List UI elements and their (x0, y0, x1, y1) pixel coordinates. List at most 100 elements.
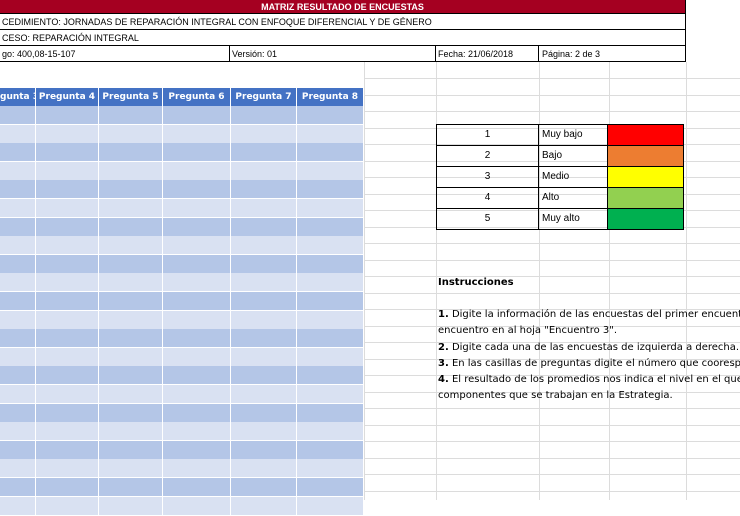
answer-cell[interactable] (0, 478, 36, 497)
answer-cell[interactable] (163, 459, 231, 479)
answer-cell[interactable] (36, 403, 99, 423)
answer-cell[interactable] (231, 217, 297, 237)
answer-cell[interactable] (99, 236, 163, 256)
answer-cell[interactable] (297, 199, 364, 218)
instruction-line[interactable]: 1. Digite la información de las encuesta… (438, 309, 740, 320)
answer-cell[interactable] (297, 496, 364, 516)
answer-cell[interactable] (36, 478, 99, 497)
answer-cell[interactable] (297, 478, 364, 497)
answer-cell[interactable] (163, 273, 231, 293)
answer-cell[interactable] (231, 106, 297, 125)
answer-cell[interactable] (163, 236, 231, 256)
answer-cell[interactable] (231, 143, 297, 163)
answer-cell[interactable] (36, 496, 99, 516)
answer-cell[interactable] (231, 496, 297, 516)
answer-cell[interactable] (36, 329, 99, 349)
answer-cell[interactable] (99, 143, 163, 163)
legend-color-swatch[interactable] (608, 166, 684, 188)
answer-cell[interactable] (297, 124, 364, 144)
answer-cell[interactable] (163, 496, 231, 516)
answer-cell[interactable] (231, 254, 297, 274)
answer-cell[interactable] (0, 403, 36, 423)
legend-label[interactable]: Muy alto (539, 208, 608, 230)
answer-cell[interactable] (231, 273, 297, 293)
answer-cell[interactable] (0, 347, 36, 367)
legend-color-swatch[interactable] (608, 124, 684, 146)
legend-color-swatch[interactable] (608, 145, 684, 167)
answer-cell[interactable] (99, 273, 163, 293)
legend-label[interactable]: Muy bajo (539, 124, 608, 146)
answer-cell[interactable] (231, 385, 297, 404)
answer-cell[interactable] (163, 124, 231, 144)
answer-cell[interactable] (36, 422, 99, 442)
question-header[interactable]: Pregunta 7 (231, 88, 297, 106)
answer-cell[interactable] (163, 217, 231, 237)
answer-cell[interactable] (36, 143, 99, 163)
answer-cell[interactable] (36, 106, 99, 125)
answer-cell[interactable] (36, 161, 99, 181)
legend-number[interactable]: 5 (436, 208, 539, 230)
answer-cell[interactable] (0, 292, 36, 311)
answer-cell[interactable] (36, 347, 99, 367)
question-header[interactable]: Pregunta 5 (99, 88, 163, 106)
answer-cell[interactable] (163, 310, 231, 330)
answer-cell[interactable] (163, 254, 231, 274)
answer-cell[interactable] (0, 329, 36, 349)
answer-cell[interactable] (99, 496, 163, 516)
answer-cell[interactable] (163, 478, 231, 497)
answer-cell[interactable] (163, 161, 231, 181)
codigo-cell[interactable]: go: 400,08-15-107 (0, 46, 230, 61)
answer-cell[interactable] (0, 310, 36, 330)
answer-cell[interactable] (36, 366, 99, 386)
answer-cell[interactable] (297, 310, 364, 330)
answer-cell[interactable] (36, 385, 99, 404)
answer-cell[interactable] (0, 236, 36, 256)
question-header[interactable]: Pregunta 8 (297, 88, 364, 106)
answer-cell[interactable] (231, 478, 297, 497)
answer-cell[interactable] (163, 385, 231, 404)
answer-cell[interactable] (297, 385, 364, 404)
answer-cell[interactable] (36, 459, 99, 479)
answer-cell[interactable] (297, 106, 364, 125)
question-header[interactable]: Pregunta 6 (163, 88, 231, 106)
answer-cell[interactable] (99, 440, 163, 460)
answer-cell[interactable] (0, 440, 36, 460)
answer-cell[interactable] (163, 180, 231, 200)
answer-cell[interactable] (99, 422, 163, 442)
answer-cell[interactable] (99, 459, 163, 479)
answer-cell[interactable] (297, 236, 364, 256)
answer-cell[interactable] (0, 199, 36, 218)
answer-cell[interactable] (163, 403, 231, 423)
answer-cell[interactable] (0, 273, 36, 293)
answer-cell[interactable] (99, 385, 163, 404)
answer-cell[interactable] (231, 459, 297, 479)
answer-cell[interactable] (231, 180, 297, 200)
question-header[interactable]: Pregunta 4 (36, 88, 99, 106)
answer-cell[interactable] (297, 440, 364, 460)
answer-cell[interactable] (0, 180, 36, 200)
answer-cell[interactable] (36, 217, 99, 237)
answer-cell[interactable] (297, 143, 364, 163)
answer-cell[interactable] (99, 478, 163, 497)
answer-cell[interactable] (0, 366, 36, 386)
answer-cell[interactable] (99, 403, 163, 423)
answer-cell[interactable] (297, 273, 364, 293)
answer-cell[interactable] (231, 236, 297, 256)
answer-cell[interactable] (231, 124, 297, 144)
instructions-title[interactable]: Instrucciones (438, 277, 514, 288)
answer-cell[interactable] (0, 217, 36, 237)
legend-number[interactable]: 1 (436, 124, 539, 146)
procedimiento-row[interactable]: CEDIMIENTO: JORNADAS DE REPARACIÓN INTEG… (0, 14, 686, 30)
answer-cell[interactable] (297, 217, 364, 237)
answer-cell[interactable] (99, 329, 163, 349)
answer-cell[interactable] (0, 422, 36, 442)
answer-cell[interactable] (297, 292, 364, 311)
legend-number[interactable]: 4 (436, 187, 539, 209)
answer-cell[interactable] (36, 292, 99, 311)
answer-cell[interactable] (297, 180, 364, 200)
answer-cell[interactable] (36, 199, 99, 218)
answer-cell[interactable] (0, 161, 36, 181)
answer-cell[interactable] (163, 292, 231, 311)
answer-cell[interactable] (297, 366, 364, 386)
answer-cell[interactable] (99, 124, 163, 144)
